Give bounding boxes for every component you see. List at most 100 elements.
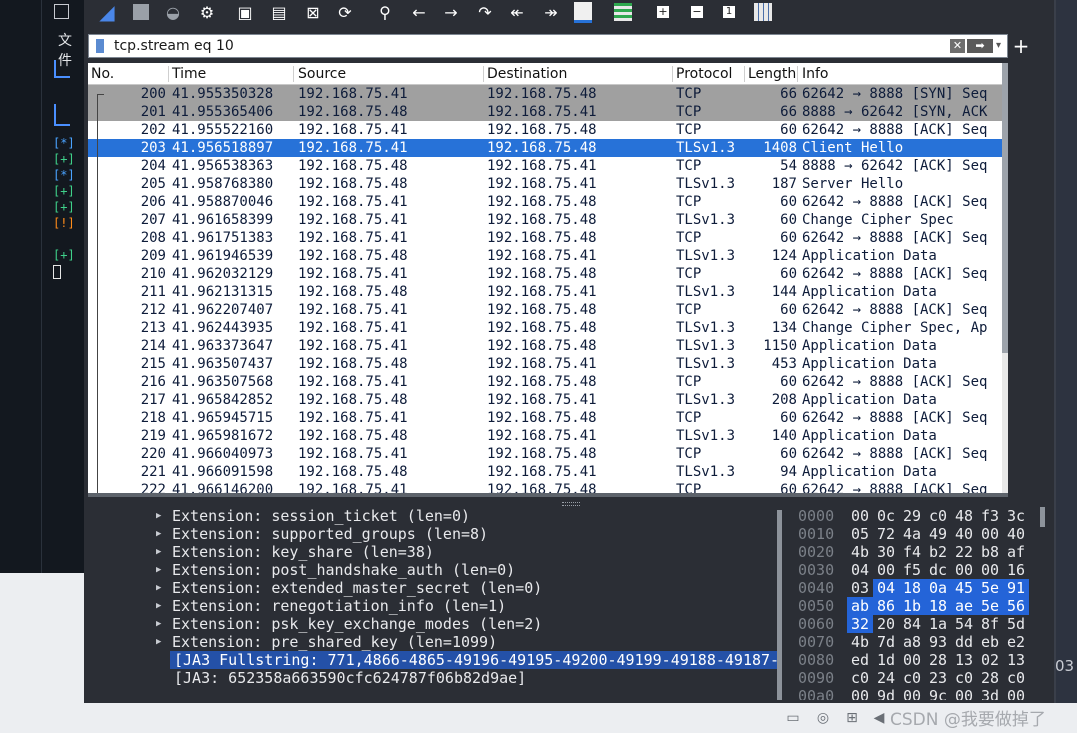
hex-byte[interactable]: 05 <box>847 525 873 543</box>
hex-byte[interactable]: 32 <box>847 615 873 633</box>
save-file-icon[interactable]: ▤ <box>268 1 290 23</box>
filter-dropdown-icon[interactable]: ▾ <box>996 39 1006 53</box>
packet-row[interactable]: 216 41.963507568 192.168.75.41 192.168.75.4… <box>88 373 1002 391</box>
packet-row[interactable]: 208 41.961751383 192.168.75.41 192.168.75.4… <box>88 229 1002 247</box>
hex-byte[interactable]: c0 <box>1003 669 1029 687</box>
resize-columns-icon[interactable] <box>752 1 774 23</box>
packet-list-horizontal-scrollbar[interactable] <box>88 493 1008 497</box>
expand-arrow-icon[interactable]: ▶ <box>156 511 161 521</box>
hex-byte[interactable]: c0 <box>925 507 951 525</box>
hex-byte[interactable]: 00 <box>899 687 925 700</box>
hex-byte[interactable]: 49 <box>925 525 951 543</box>
packet-details-pane[interactable]: ▶ Extension: session_ticket (len=0) ▶ Exten… <box>88 506 778 700</box>
scrollbar-thumb[interactable] <box>1002 63 1008 353</box>
packet-row[interactable]: 210 41.962032129 192.168.75.41 192.168.75.4… <box>88 265 1002 283</box>
packet-row[interactable]: 202 41.955522160 192.168.75.41 192.168.75.4… <box>88 121 1002 139</box>
packet-list-scrollbar[interactable] <box>1002 63 1008 493</box>
details-scrollbar[interactable] <box>777 506 782 700</box>
close-file-icon[interactable]: ⊠ <box>302 1 324 23</box>
packet-row[interactable]: 200 41.955350328 192.168.75.41 192.168.75.4… <box>88 85 1002 103</box>
hex-byte[interactable]: 00 <box>1003 687 1029 700</box>
packet-row[interactable]: 215 41.963507437 192.168.75.48 192.168.75.4… <box>88 355 1002 373</box>
packet-list[interactable]: No. Time Source Destination Protocol Len… <box>88 63 1002 493</box>
window-icon[interactable] <box>54 60 70 78</box>
column-header-protocol[interactable]: Protocol <box>676 66 745 82</box>
packet-row[interactable]: 213 41.962443935 192.168.75.41 192.168.75.4… <box>88 319 1002 337</box>
hex-byte[interactable]: 18 <box>899 579 925 597</box>
hex-byte[interactable]: 56 <box>1003 597 1029 615</box>
network-icon[interactable]: ⊞ <box>843 709 861 727</box>
hex-byte[interactable]: 86 <box>873 597 899 615</box>
packet-row[interactable]: 211 41.962131315 192.168.75.48 192.168.75.4… <box>88 283 1002 301</box>
hex-byte[interactable]: 3c <box>1003 507 1029 525</box>
hex-byte[interactable]: 20 <box>873 615 899 633</box>
hex-byte[interactable]: 00 <box>873 561 899 579</box>
hex-byte[interactable]: 5e <box>977 597 1003 615</box>
go-back-icon[interactable]: ← <box>408 1 430 23</box>
window-icon[interactable] <box>54 104 70 126</box>
packet-row[interactable]: 212 41.962207407 192.168.75.41 192.168.75.4… <box>88 301 1002 319</box>
scrollbar-thumb[interactable] <box>777 510 782 700</box>
hex-byte[interactable]: 03 <box>847 579 873 597</box>
expand-arrow-icon[interactable]: ▶ <box>156 529 161 539</box>
go-last-packet-icon[interactable]: ↠ <box>540 1 562 23</box>
hex-byte[interactable]: ab <box>847 597 873 615</box>
packet-row-selected[interactable]: 203 41.956518897 192.168.75.41 192.168.75.4… <box>88 139 1002 157</box>
hex-byte[interactable]: 04 <box>847 561 873 579</box>
hex-byte[interactable]: 91 <box>1003 579 1029 597</box>
display-filter-bar[interactable]: tcp.stream eq 10 ✕ ➡ ▾ <box>88 34 1008 58</box>
hex-byte[interactable]: 5d <box>1003 615 1029 633</box>
hex-byte[interactable]: 48 <box>951 507 977 525</box>
packet-bytes-pane[interactable]: 0000 00 0c 29 c0 48 f3 3c 0010 05 72 4a 49 40 00 40 0020… <box>788 506 1050 700</box>
add-filter-button[interactable]: + <box>1012 34 1030 58</box>
hex-byte[interactable]: 00 <box>847 687 873 700</box>
hex-byte[interactable]: 0a <box>925 579 951 597</box>
hex-byte[interactable]: f3 <box>977 507 1003 525</box>
hex-byte[interactable]: 4b <box>847 633 873 651</box>
audio-icon[interactable]: ◀ <box>870 709 888 727</box>
hex-byte[interactable]: 9d <box>873 687 899 700</box>
hex-byte[interactable]: 16 <box>1003 561 1029 579</box>
apply-filter-arrow-icon[interactable]: ➡ <box>967 39 993 53</box>
drive-icon[interactable]: ▭ <box>784 709 802 727</box>
capture-options-gear-icon[interactable]: ⚙ <box>196 1 218 23</box>
expand-arrow-icon[interactable]: ▶ <box>156 547 161 557</box>
expand-arrow-icon[interactable]: ▶ <box>156 637 161 647</box>
hex-byte[interactable]: 00 <box>847 507 873 525</box>
hex-byte[interactable]: 0c <box>873 507 899 525</box>
hex-byte[interactable]: 29 <box>899 507 925 525</box>
column-header-info[interactable]: Info <box>802 66 1000 82</box>
hex-byte[interactable]: b2 <box>925 543 951 561</box>
hex-byte[interactable]: c0 <box>899 669 925 687</box>
zoom-out-icon[interactable]: − <box>686 1 708 23</box>
expand-arrow-icon[interactable]: ▶ <box>156 583 161 593</box>
hex-byte[interactable]: c0 <box>847 669 873 687</box>
open-file-icon[interactable]: ▣ <box>234 1 256 23</box>
hex-byte[interactable]: 1d <box>873 651 899 669</box>
hex-byte[interactable]: 28 <box>977 669 1003 687</box>
packet-row[interactable]: 222 41.966146200 192.168.75.41 192.168.75.4… <box>88 481 1002 493</box>
packet-row[interactable]: 209 41.961946539 192.168.75.48 192.168.75.4… <box>88 247 1002 265</box>
detail-item-selected[interactable]: [JA3 Fullstring: 771,4866-4865-49196-491… <box>170 651 778 669</box>
hex-byte[interactable]: 5e <box>977 579 1003 597</box>
packet-row[interactable]: 214 41.963373647 192.168.75.41 192.168.75.4… <box>88 337 1002 355</box>
packet-row[interactable]: 207 41.961658399 192.168.75.41 192.168.75.4… <box>88 211 1002 229</box>
hex-byte[interactable]: f4 <box>899 543 925 561</box>
hex-byte[interactable]: 40 <box>951 525 977 543</box>
stop-capture-icon[interactable] <box>130 1 152 23</box>
column-header-length[interactable]: Length <box>748 66 798 82</box>
packet-row[interactable]: 204 41.956538363 192.168.75.48 192.168.75.4… <box>88 157 1002 175</box>
hex-byte[interactable]: f5 <box>899 561 925 579</box>
column-header-no[interactable]: No. <box>91 66 169 82</box>
column-header-time[interactable]: Time <box>172 66 294 82</box>
expand-arrow-icon[interactable]: ▶ <box>156 619 161 629</box>
terminal-icon[interactable] <box>54 4 69 19</box>
clear-filter-icon[interactable]: ✕ <box>950 39 965 53</box>
zoom-in-icon[interactable]: + <box>652 1 674 23</box>
hex-byte[interactable]: 45 <box>951 579 977 597</box>
hex-byte[interactable]: 7d <box>873 633 899 651</box>
normal-size-icon[interactable]: 1 <box>718 1 740 23</box>
hex-byte[interactable]: 4a <box>899 525 925 543</box>
hex-byte[interactable]: e2 <box>1003 633 1029 651</box>
restart-capture-icon[interactable]: ◒ <box>162 1 184 23</box>
